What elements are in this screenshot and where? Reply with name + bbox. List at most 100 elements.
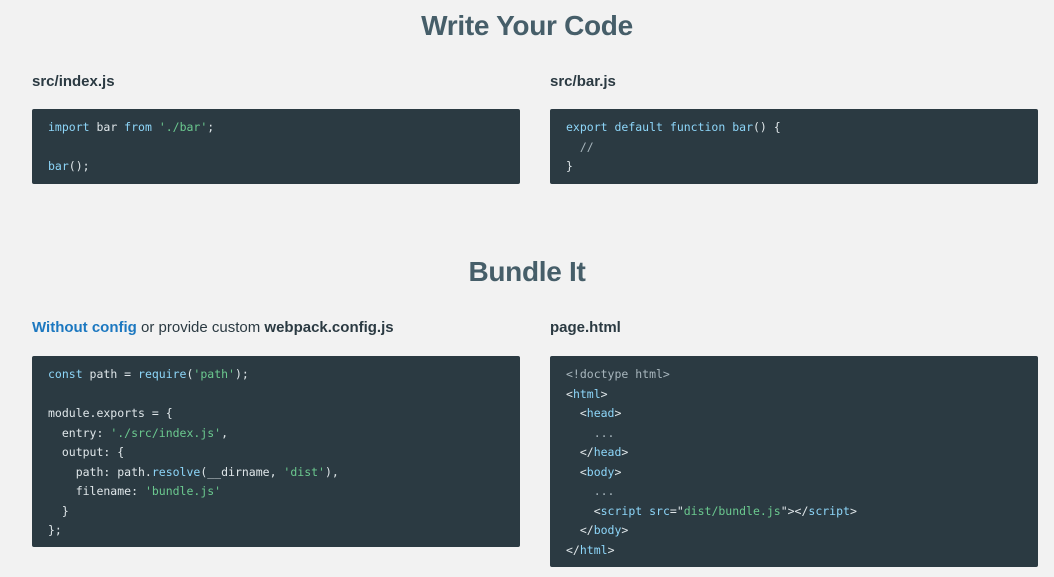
code-line: <body>: [566, 463, 1022, 483]
code-token: ...: [566, 484, 615, 498]
index-js-label: src/index.js: [32, 73, 115, 90]
code-token: ),: [324, 464, 339, 479]
code-token: //: [566, 139, 594, 154]
code-token: bar: [48, 159, 69, 173]
code-line: </html>: [566, 541, 1022, 561]
code-line: bar();: [48, 157, 504, 177]
code-token: >: [621, 445, 629, 459]
page-html-code-block[interactable]: <!doctype html> <html> <head> ... </head>…: [550, 356, 1038, 567]
code-token: bar: [89, 120, 125, 134]
code-token: src: [649, 503, 670, 518]
code-token: ,: [221, 425, 229, 440]
code-token: script: [808, 503, 850, 518]
code-line: ...: [566, 424, 1022, 444]
code-token: body: [586, 464, 615, 479]
webpack-config-label: Without config or provide custom webpack…: [32, 319, 394, 336]
section-title-write-code: Write Your Code: [421, 10, 633, 41]
code-line: <head>: [566, 404, 1022, 424]
page-html-label: page.html: [550, 319, 621, 336]
code-token: </: [566, 542, 580, 557]
code-token: (__dirname,: [200, 464, 284, 479]
code-line: };: [48, 521, 504, 541]
code-token: >: [607, 542, 615, 557]
code-token: default: [614, 120, 663, 134]
code-token: require: [138, 367, 187, 381]
code-token: module.exports = {: [48, 406, 173, 420]
bar-js-code-block[interactable]: export default function bar() { //}: [550, 109, 1038, 184]
code-token: head: [586, 406, 615, 420]
code-token: >: [621, 523, 629, 537]
code-token: ;: [207, 120, 215, 134]
code-token: entry:: [48, 425, 111, 440]
code-token: const: [48, 367, 83, 381]
code-line: }: [48, 502, 504, 522]
code-token: './src/index.js': [110, 425, 222, 440]
code-token: "></: [780, 503, 809, 518]
code-line: path: path.resolve(__dirname, 'dist'),: [48, 463, 504, 483]
code-line: <!doctype html>: [566, 365, 1022, 385]
code-line: entry: './src/index.js',: [48, 424, 504, 444]
code-token: <: [566, 386, 573, 401]
code-token: };: [48, 523, 62, 537]
code-token: >: [600, 386, 608, 401]
code-token: script: [600, 503, 643, 518]
code-token: import: [48, 120, 90, 134]
code-line: module.exports = {: [48, 404, 504, 424]
code-token: path =: [82, 367, 139, 381]
code-line: import bar from './bar';: [48, 118, 504, 138]
code-line: </body>: [566, 521, 1022, 541]
code-token: <: [566, 406, 587, 420]
code-token: output: {: [48, 445, 125, 459]
code-token: html: [572, 386, 601, 401]
code-token: <!doctype html>: [566, 367, 670, 381]
section-title-bundle-it: Bundle It: [468, 256, 586, 287]
code-token: body: [593, 523, 622, 537]
webpack-config-filename: webpack.config.js: [264, 319, 394, 336]
code-token: =": [669, 503, 684, 518]
code-token: </: [566, 445, 594, 459]
code-token: }: [566, 159, 573, 173]
webpack-config-label-middle: or provide custom: [136, 319, 265, 336]
code-token: bar: [732, 120, 753, 134]
code-token: function: [669, 120, 726, 134]
code-line: <html>: [566, 385, 1022, 405]
code-token: >: [849, 503, 857, 518]
page: Write Your Code src/index.js src/bar.js …: [0, 0, 1054, 577]
code-token: './bar': [158, 120, 208, 134]
code-token: html: [579, 542, 608, 557]
index-js-code-block[interactable]: import bar from './bar'; bar();: [32, 109, 520, 184]
code-line: filename: 'bundle.js': [48, 482, 504, 502]
code-token: head: [593, 445, 622, 459]
code-token: from: [124, 120, 152, 134]
webpack-config-code-block[interactable]: const path = require('path'); module.exp…: [32, 356, 520, 547]
code-token: dist/bundle.js: [683, 503, 781, 518]
code-token: 'path': [193, 367, 235, 381]
code-token: );: [234, 367, 249, 381]
code-token: <: [566, 503, 601, 518]
code-token: >: [614, 464, 622, 479]
code-token: </: [566, 523, 594, 537]
code-token: export: [566, 120, 608, 134]
code-token: 'bundle.js': [144, 484, 222, 498]
code-line: }: [566, 157, 1022, 177]
code-line: //: [566, 138, 1022, 158]
code-token: ();: [68, 159, 90, 173]
code-token: () {: [753, 120, 781, 134]
code-token: path: path.: [48, 464, 152, 479]
code-token: <: [566, 464, 587, 479]
code-line: ...: [566, 482, 1022, 502]
code-line: export default function bar() {: [566, 118, 1022, 138]
without-config-link[interactable]: Without config: [32, 319, 137, 336]
code-token: >: [614, 406, 622, 420]
code-line: </head>: [566, 443, 1022, 463]
code-line: output: {: [48, 443, 504, 463]
code-line: <script src="dist/bundle.js"></script>: [566, 502, 1022, 522]
bar-js-label: src/bar.js: [550, 73, 616, 90]
code-line: const path = require('path');: [48, 365, 504, 385]
code-token: }: [48, 503, 69, 518]
code-token: resolve: [151, 464, 201, 479]
